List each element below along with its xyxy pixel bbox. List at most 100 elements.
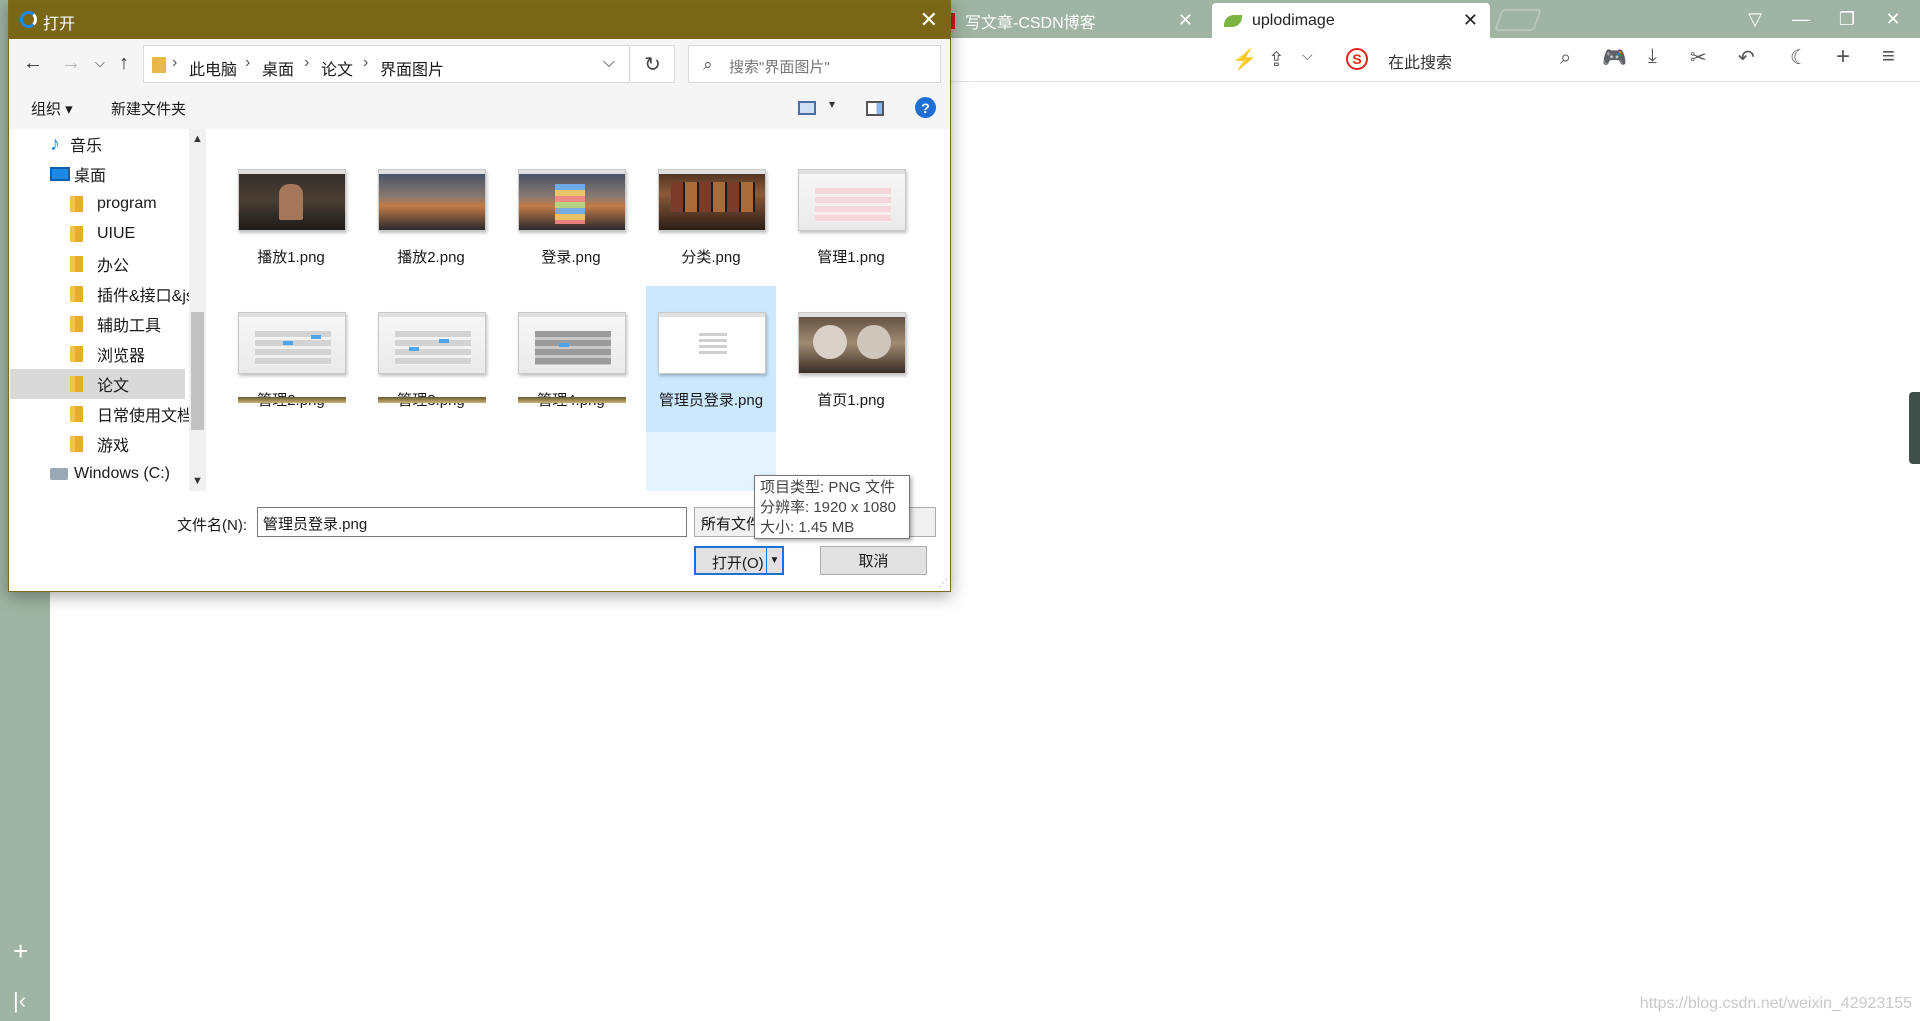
file-item[interactable]: 播放2.png bbox=[366, 143, 496, 289]
plus-icon[interactable]: + bbox=[1836, 43, 1850, 71]
tab-close-icon[interactable]: ✕ bbox=[1463, 10, 1478, 31]
filename-input[interactable]: 管理员登录.png ⌵ bbox=[257, 507, 687, 537]
file-list: 播放1.png 播放2.png 登录.png 分类.png 管理1.png 管理… bbox=[206, 129, 940, 491]
tab-uplodimage[interactable]: uplodimage ✕ bbox=[1212, 3, 1490, 38]
breadcrumb-desktop[interactable]: 桌面 bbox=[262, 56, 294, 80]
folder-icon bbox=[70, 316, 83, 332]
window-close-icon[interactable]: ✕ bbox=[1870, 0, 1916, 38]
file-item[interactable]: 播放1.png bbox=[226, 143, 356, 289]
tree-scrollbar[interactable]: ▲ ▼ bbox=[189, 129, 206, 491]
tree-item-tools[interactable]: 辅助工具 bbox=[70, 309, 161, 339]
tab-label: uplodimage bbox=[1252, 11, 1335, 29]
game-icon[interactable]: 🎮 bbox=[1602, 45, 1627, 70]
undo-icon[interactable]: ↶ bbox=[1738, 45, 1755, 70]
scissors-icon[interactable]: ✂ bbox=[1690, 45, 1707, 70]
breadcrumb-ui-images[interactable]: 界面图片 bbox=[380, 56, 444, 80]
tree-item-label: Windows (C:) bbox=[74, 465, 171, 482]
minimize-icon[interactable]: — bbox=[1778, 0, 1824, 38]
search-icon[interactable]: ⌕ bbox=[1560, 47, 1571, 70]
file-item[interactable]: 管理1.png bbox=[786, 143, 916, 289]
breadcrumb-paper[interactable]: 论文 bbox=[321, 56, 353, 80]
download-icon[interactable]: ⤓ bbox=[1648, 45, 1657, 68]
scroll-down-icon[interactable]: ▼ bbox=[192, 475, 203, 487]
breadcrumb-separator-icon: › bbox=[245, 54, 251, 71]
file-name: 播放2.png bbox=[397, 249, 465, 266]
partial-thumbnail[interactable] bbox=[518, 397, 626, 403]
add-icon[interactable]: + bbox=[13, 936, 28, 967]
file-item[interactable]: 首页1.png bbox=[786, 286, 916, 432]
address-bar[interactable]: › 此电脑 › 桌面 › 论文 › 界面图片 ⌵ bbox=[143, 45, 630, 83]
tree-item-daily-docs[interactable]: 日常使用文档 bbox=[70, 399, 193, 429]
file-item[interactable]: 管理3.png bbox=[366, 286, 496, 432]
tree-item-label: 游戏 bbox=[97, 438, 130, 455]
share-icon[interactable]: ⇪ bbox=[1268, 47, 1285, 72]
up-arrow-icon[interactable]: ↑ bbox=[119, 52, 129, 75]
moon-icon[interactable]: ☾ bbox=[1790, 45, 1808, 70]
dialog-titlebar[interactable]: 打开 ✕ bbox=[9, 1, 950, 39]
tree-item-browser[interactable]: 浏览器 bbox=[70, 339, 145, 369]
breadcrumb-separator-icon: › bbox=[363, 54, 369, 71]
tree-item-uiue[interactable]: UIUE bbox=[70, 219, 135, 249]
breadcrumb-separator-icon: › bbox=[172, 54, 178, 71]
view-mode-icon[interactable] bbox=[798, 101, 816, 115]
partial-thumbnail[interactable] bbox=[378, 397, 486, 403]
file-item[interactable]: 管理4.png bbox=[506, 286, 636, 432]
sogou-search-icon[interactable]: S bbox=[1346, 48, 1368, 70]
refresh-button[interactable]: ↻ bbox=[631, 45, 675, 83]
tab-csdn[interactable]: 写文章-CSDN博客 ✕ bbox=[945, 3, 1205, 38]
file-item-selected[interactable]: 管理员登录.png bbox=[646, 286, 776, 432]
file-name: 管理1.png bbox=[817, 249, 885, 266]
folder-search-input[interactable]: ⌕ 搜索"界面图片" bbox=[688, 45, 941, 83]
resize-grip-icon[interactable]: ⋰ bbox=[938, 578, 948, 589]
new-folder-button[interactable]: 新建文件夹 bbox=[111, 98, 186, 119]
file-name: 登录.png bbox=[541, 249, 601, 266]
file-item[interactable]: 分类.png bbox=[646, 143, 776, 289]
tree-item-music[interactable]: ♪ 音乐 bbox=[50, 129, 102, 159]
filename-dropdown-icon[interactable]: ⌵ bbox=[263, 513, 680, 530]
preview-pane-icon[interactable] bbox=[866, 101, 884, 116]
lightning-icon[interactable]: ⚡ bbox=[1232, 47, 1257, 72]
tree-item-windows-c[interactable]: Windows (C:) bbox=[50, 459, 170, 489]
view-dropdown-icon[interactable]: ▾ bbox=[829, 97, 835, 111]
scroll-up-icon[interactable]: ▲ bbox=[192, 133, 203, 145]
tree-item-office[interactable]: 办公 bbox=[70, 249, 129, 279]
tree-item-program[interactable]: program bbox=[70, 189, 157, 219]
file-item[interactable]: 管理2.png bbox=[226, 286, 356, 432]
organize-button[interactable]: 组织 ▾ bbox=[31, 98, 73, 119]
drive-icon bbox=[50, 468, 68, 480]
tree-item-plugins[interactable]: 插件&接口&js bbox=[70, 279, 194, 309]
partial-thumbnail[interactable] bbox=[238, 397, 346, 403]
tree-item-desktop[interactable]: 桌面 bbox=[50, 159, 106, 189]
tab-close-icon[interactable]: ✕ bbox=[1178, 10, 1193, 31]
recent-locations-icon[interactable]: ⌵ bbox=[95, 55, 105, 71]
restore-icon[interactable]: ❐ bbox=[1824, 0, 1870, 38]
open-split-dropdown-icon[interactable]: ▼ bbox=[766, 548, 782, 573]
collapse-sidebar-icon[interactable]: |‹ bbox=[13, 988, 26, 1014]
chevron-down-icon[interactable]: ⌵ bbox=[1302, 47, 1313, 64]
tree-item-games[interactable]: 游戏 bbox=[70, 429, 129, 459]
forward-arrow-icon[interactable]: → bbox=[61, 52, 81, 75]
menu-icon[interactable]: ≡ bbox=[1882, 43, 1895, 69]
skin-icon[interactable]: ▽ bbox=[1732, 0, 1778, 38]
side-panel-handle[interactable] bbox=[1909, 392, 1920, 464]
browser-search-input[interactable]: 在此搜索 bbox=[1388, 49, 1452, 73]
cancel-button[interactable]: 取消 bbox=[820, 546, 927, 575]
back-arrow-icon[interactable]: ← bbox=[23, 52, 43, 75]
tree-scroll-thumb[interactable] bbox=[191, 312, 204, 430]
open-file-dialog: 打开 ✕ ← → ⌵ ↑ › 此电脑 › 桌面 › 论文 › 界面图片 ⌵ ↻ … bbox=[8, 0, 951, 592]
dialog-close-icon[interactable]: ✕ bbox=[920, 7, 938, 33]
desktop-icon bbox=[50, 167, 70, 181]
address-dropdown-icon[interactable]: ⌵ bbox=[603, 54, 615, 72]
tab-label: 写文章-CSDN博客 bbox=[965, 14, 1096, 32]
tree-item-label: 浏览器 bbox=[97, 348, 146, 365]
breadcrumb-this-pc[interactable]: 此电脑 bbox=[189, 56, 237, 80]
tree-item-paper[interactable]: 论文 bbox=[10, 369, 185, 399]
tree-item-label: 插件&接口&js bbox=[97, 288, 194, 305]
open-button[interactable]: 打开(O) ▼ bbox=[694, 546, 784, 575]
image-thumbnail bbox=[238, 312, 346, 374]
file-item[interactable]: 登录.png bbox=[506, 143, 636, 289]
tree-item-label: 论文 bbox=[97, 378, 130, 395]
watermark: https://blog.csdn.net/weixin_42923155 bbox=[1639, 995, 1912, 1012]
new-tab-button[interactable] bbox=[1493, 9, 1543, 31]
help-icon[interactable]: ? bbox=[915, 97, 936, 118]
